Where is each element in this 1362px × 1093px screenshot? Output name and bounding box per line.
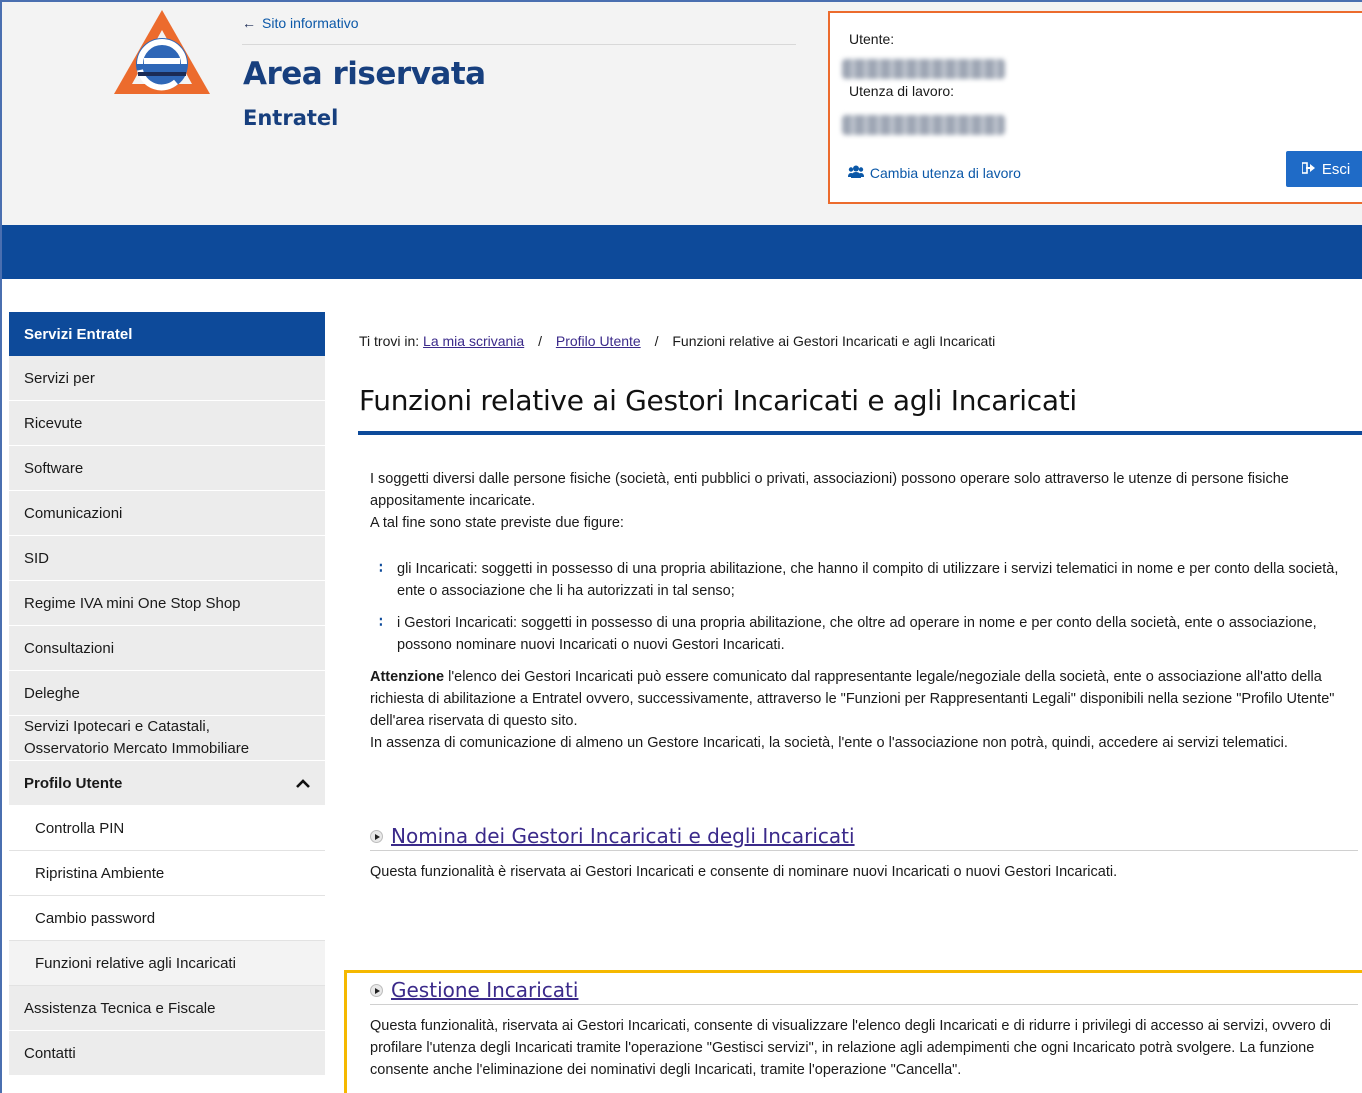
- breadcrumb-link-profilo[interactable]: Profilo Utente: [556, 333, 641, 349]
- sidebar-subitem-cambio-password[interactable]: Cambio password: [9, 896, 325, 941]
- list-item: ∶ i Gestori Incaricati: soggetti in poss…: [370, 612, 1362, 656]
- sidebar-item-sid[interactable]: SID: [9, 536, 325, 581]
- sidebar-item-iva-oss[interactable]: Regime IVA mini One Stop Shop: [9, 581, 325, 626]
- sidebar-item-ricevute[interactable]: Ricevute: [9, 401, 325, 446]
- switch-work-user-label: Cambia utenza di lavoro: [869, 165, 1021, 181]
- arrow-left-icon: ←: [242, 15, 256, 31]
- breadcrumb-separator: /: [654, 333, 659, 349]
- section-gestione-title[interactable]: Gestione Incaricati: [370, 978, 1358, 1005]
- navigation-band: [2, 225, 1362, 279]
- back-link-label: Sito informativo: [262, 15, 359, 31]
- app-subtitle: Entratel: [243, 106, 339, 130]
- breadcrumb: Ti trovi in: La mia scrivania / Profilo …: [359, 333, 995, 349]
- bullet-text-gestori: i Gestori Incaricati: soggetti in posses…: [397, 615, 1317, 653]
- users-icon: [848, 165, 866, 181]
- attention-label: Attenzione: [370, 669, 445, 685]
- sidebar-header[interactable]: Servizi Entratel: [9, 312, 325, 356]
- section-nomina-link[interactable]: Nomina dei Gestori Incaricati e degli In…: [391, 824, 855, 848]
- logout-button[interactable]: Esci: [1286, 151, 1362, 187]
- sidebar-item-servizi-per[interactable]: Servizi per: [9, 356, 325, 401]
- attention-text: l'elenco dei Gestori Incaricati può esse…: [370, 669, 1335, 729]
- user-info-box: Utente: Utenza di lavoro: Cambia utenza …: [828, 11, 1362, 204]
- sidebar-item-profilo-label: Profilo Utente: [24, 774, 123, 792]
- sidebar-item-ipotecari[interactable]: Servizi Ipotecari e Catastali, Osservato…: [9, 716, 325, 761]
- sidebar-item-comunicazioni[interactable]: Comunicazioni: [9, 491, 325, 536]
- sidebar-item-consultazioni[interactable]: Consultazioni: [9, 626, 325, 671]
- attention-paragraph-2: In assenza di comunicazione di almeno un…: [370, 735, 1288, 751]
- list-item: ∶ gli Incaricati: soggetti in possesso d…: [370, 558, 1362, 602]
- site-header: ← Sito informativo Area riservata Entrate…: [2, 2, 1362, 225]
- sidebar-item-ipotecari-line1: Servizi Ipotecari e Catastali,: [24, 718, 210, 735]
- logout-button-label: Esci: [1321, 160, 1351, 178]
- work-user-id-redacted: [842, 115, 1005, 135]
- section-gestione-link[interactable]: Gestione Incaricati: [391, 978, 578, 1002]
- sidebar-item-profilo-utente[interactable]: Profilo Utente: [9, 761, 325, 806]
- intro-paragraph-2: A tal fine sono state previste due figur…: [370, 515, 624, 531]
- bullet-dots-icon: ∶: [379, 561, 383, 577]
- user-label: Utente:: [849, 31, 895, 47]
- breadcrumb-current: Funzioni relative ai Gestori Incaricati …: [672, 333, 996, 349]
- work-user-label: Utenza di lavoro:: [849, 83, 955, 99]
- breadcrumb-prefix: Ti trovi in:: [359, 333, 420, 349]
- page-title: Funzioni relative ai Gestori Incaricati …: [359, 384, 1077, 417]
- breadcrumb-separator: /: [538, 333, 542, 349]
- breadcrumb-link-scrivania[interactable]: La mia scrivania: [423, 333, 524, 349]
- sidebar-subitem-controlla-pin[interactable]: Controlla PIN: [9, 806, 325, 851]
- chevron-up-icon[interactable]: [296, 775, 310, 791]
- play-circle-icon: [370, 983, 383, 997]
- agenzia-entrate-logo[interactable]: [110, 8, 214, 98]
- attention-paragraph: Attenzione l'elenco dei Gestori Incarica…: [370, 666, 1362, 732]
- section-gestione-desc: Questa funzionalità, riservata ai Gestor…: [370, 1018, 1332, 1078]
- section-nomina: Nomina dei Gestori Incaricati e degli In…: [370, 824, 1358, 883]
- roles-list: ∶ gli Incaricati: soggetti in possesso d…: [370, 558, 1362, 656]
- play-circle-icon: [370, 829, 383, 843]
- title-rule: [358, 431, 1362, 435]
- sidebar-item-ipotecari-line2: Osservatorio Mercato Immobiliare: [24, 740, 250, 757]
- bullet-dots-icon: ∶: [379, 615, 383, 631]
- switch-work-user-link[interactable]: Cambia utenza di lavoro: [848, 165, 1021, 181]
- section-gestione: Gestione Incaricati Questa funzionalità,…: [370, 978, 1358, 1081]
- sign-out-icon: [1301, 161, 1316, 178]
- back-to-info-site-link[interactable]: ← Sito informativo: [242, 15, 358, 31]
- sidebar-subitem-funzioni-incaricati[interactable]: Funzioni relative agli Incaricati: [9, 941, 325, 986]
- sidebar-subitem-ripristina-ambiente[interactable]: Ripristina Ambiente: [9, 851, 325, 896]
- sidebar-nav: Servizi Entratel Servizi per Ricevute So…: [9, 312, 325, 1076]
- bullet-text-incaricati: gli Incaricati: soggetti in possesso di …: [397, 561, 1339, 599]
- app-title: Area riservata: [243, 56, 486, 92]
- section-nomina-desc: Questa funzionalità è riservata ai Gesto…: [370, 864, 1118, 880]
- section-nomina-title[interactable]: Nomina dei Gestori Incaricati e degli In…: [370, 824, 1358, 851]
- sidebar-item-assistenza[interactable]: Assistenza Tecnica e Fiscale: [9, 986, 325, 1031]
- sidebar-item-software[interactable]: Software: [9, 446, 325, 491]
- sidebar-item-deleghe[interactable]: Deleghe: [9, 671, 325, 716]
- intro-content: I soggetti diversi dalle persone fisiche…: [370, 468, 1362, 754]
- intro-paragraph: I soggetti diversi dalle persone fisiche…: [370, 471, 1289, 509]
- user-id-redacted: [842, 59, 1005, 79]
- header-divider: [242, 44, 796, 45]
- sidebar-item-contatti[interactable]: Contatti: [9, 1031, 325, 1076]
